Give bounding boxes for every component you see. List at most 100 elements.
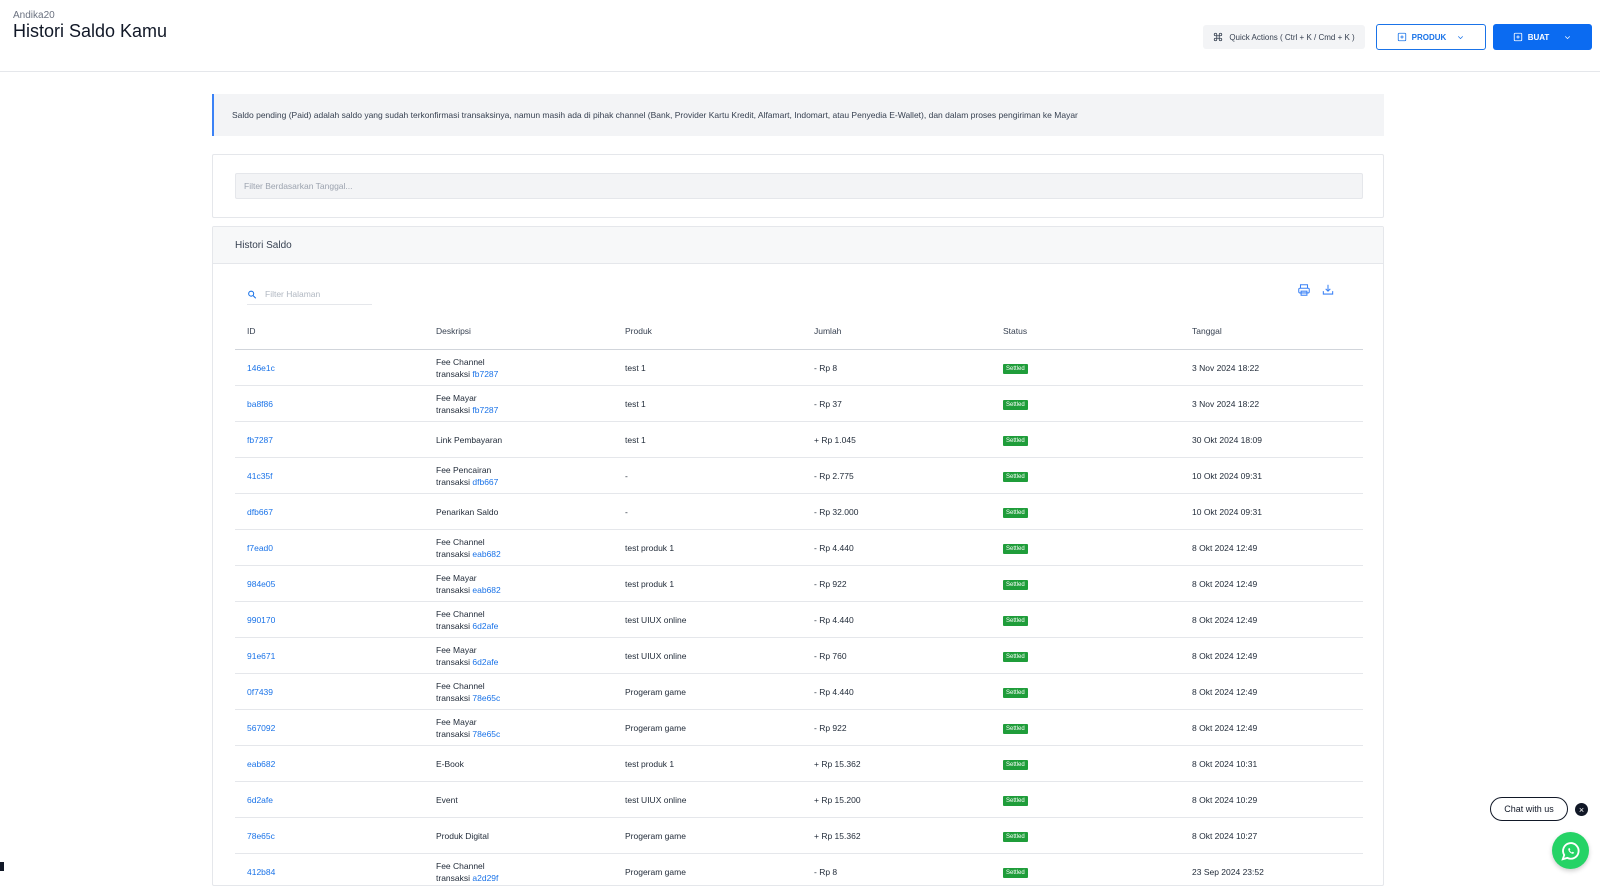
col-header-status: Status — [991, 313, 1180, 350]
description-sub: transaksi 78e65c — [436, 728, 612, 740]
user-name: Andika20 — [13, 10, 55, 21]
related-transaction-link[interactable]: eab682 — [472, 549, 500, 559]
cell-product: test produk 1 — [613, 530, 802, 566]
cell-id: 146e1c — [235, 350, 424, 386]
transaction-id-link[interactable]: fb7287 — [247, 435, 273, 445]
table-row: 41c35fFee Pencairantransaksi dfb667-- Rp… — [235, 458, 1363, 494]
related-transaction-link[interactable]: a2d29f — [472, 873, 498, 883]
history-card-title: Histori Saldo — [213, 227, 1383, 264]
transaction-id-link[interactable]: 567092 — [247, 723, 275, 733]
cell-amount: - Rp 922 — [802, 566, 991, 602]
cell-date: 8 Okt 2024 10:27 — [1180, 818, 1363, 854]
transaction-id-link[interactable]: 91e671 — [247, 651, 275, 661]
transaction-id-link[interactable]: 412b84 — [247, 867, 275, 877]
close-icon[interactable]: × — [1575, 803, 1588, 816]
download-icon[interactable] — [1321, 283, 1335, 297]
quick-actions-button[interactable]: Quick Actions ( Ctrl + K / Cmd + K ) — [1203, 25, 1365, 49]
cell-description: Fee Channeltransaksi 6d2afe — [424, 602, 613, 638]
produk-label: PRODUK — [1412, 33, 1447, 42]
description-text: Penarikan Saldo — [436, 506, 612, 518]
cell-product: - — [613, 494, 802, 530]
cell-product: test UIUX online — [613, 602, 802, 638]
related-transaction-link[interactable]: 6d2afe — [472, 657, 498, 667]
history-table-body: 146e1cFee Channeltransaksi fb7287test 1-… — [235, 350, 1363, 886]
whatsapp-button[interactable] — [1552, 832, 1589, 869]
cell-description: E-Book — [424, 746, 613, 782]
status-badge: Settled — [1003, 472, 1028, 482]
description-sub: transaksi a2d29f — [436, 872, 612, 884]
cell-date: 3 Nov 2024 18:22 — [1180, 350, 1363, 386]
transaction-id-link[interactable]: 78e65c — [247, 831, 275, 841]
cell-id: 984e05 — [235, 566, 424, 602]
transaction-prefix: transaksi — [436, 585, 470, 595]
cell-description: Fee Mayartransaksi 78e65c — [424, 710, 613, 746]
status-badge: Settled — [1003, 616, 1028, 626]
cell-date: 23 Sep 2024 23:52 — [1180, 854, 1363, 886]
cell-amount: - Rp 922 — [802, 710, 991, 746]
related-transaction-link[interactable]: 78e65c — [472, 729, 500, 739]
transaction-id-link[interactable]: 990170 — [247, 615, 275, 625]
description-sub: transaksi 6d2afe — [436, 656, 612, 668]
produk-button[interactable]: PRODUK — [1376, 24, 1486, 50]
transaction-id-link[interactable]: 146e1c — [247, 363, 275, 373]
table-header-row: ID Deskripsi Produk Jumlah Status Tangga… — [235, 313, 1363, 350]
cell-date: 8 Okt 2024 12:49 — [1180, 638, 1363, 674]
buat-button[interactable]: BUAT — [1493, 24, 1592, 50]
chevron-down-icon — [1563, 33, 1572, 42]
description-text: Fee Mayar — [436, 572, 612, 584]
col-header-desc: Deskripsi — [424, 313, 613, 350]
col-header-amount: Jumlah — [802, 313, 991, 350]
description-sub: transaksi dfb667 — [436, 476, 612, 488]
cell-description: Penarikan Saldo — [424, 494, 613, 530]
table-row: 78e65cProduk DigitalProgeram game+ Rp 15… — [235, 818, 1363, 854]
description-text: Fee Channel — [436, 608, 612, 620]
transaction-id-link[interactable]: 41c35f — [247, 471, 273, 481]
cell-product: Progeram game — [613, 674, 802, 710]
transaction-id-link[interactable]: 984e05 — [247, 579, 275, 589]
cell-amount: - Rp 2.775 — [802, 458, 991, 494]
transaction-id-link[interactable]: eab682 — [247, 759, 275, 769]
transaction-prefix: transaksi — [436, 621, 470, 631]
description-text: Fee Channel — [436, 536, 612, 548]
page-filter-input[interactable] — [263, 288, 372, 300]
related-transaction-link[interactable]: 78e65c — [472, 693, 500, 703]
status-badge: Settled — [1003, 580, 1028, 590]
transaction-id-link[interactable]: 0f7439 — [247, 687, 273, 697]
description-text: E-Book — [436, 758, 612, 770]
transaction-id-link[interactable]: f7ead0 — [247, 543, 273, 553]
related-transaction-link[interactable]: fb7287 — [472, 405, 498, 415]
cell-status: Settled — [991, 494, 1180, 530]
history-table: ID Deskripsi Produk Jumlah Status Tangga… — [235, 313, 1363, 886]
chat-with-us-button[interactable]: Chat with us — [1490, 797, 1568, 821]
cell-description: Produk Digital — [424, 818, 613, 854]
date-filter-card — [212, 154, 1384, 218]
related-transaction-link[interactable]: dfb667 — [472, 477, 498, 487]
status-badge: Settled — [1003, 544, 1028, 554]
cell-status: Settled — [991, 350, 1180, 386]
table-row: 412b84Fee Channeltransaksi a2d29fProgera… — [235, 854, 1363, 886]
status-badge: Settled — [1003, 796, 1028, 806]
cell-status: Settled — [991, 746, 1180, 782]
transaction-prefix: transaksi — [436, 729, 470, 739]
transaction-prefix: transaksi — [436, 873, 470, 883]
description-sub: transaksi fb7287 — [436, 368, 612, 380]
transaction-id-link[interactable]: dfb667 — [247, 507, 273, 517]
date-filter-input[interactable] — [235, 173, 1363, 199]
pending-balance-info: Saldo pending (Paid) adalah saldo yang s… — [212, 94, 1384, 136]
page-title: Histori Saldo Kamu — [13, 21, 167, 42]
cell-status: Settled — [991, 638, 1180, 674]
related-transaction-link[interactable]: 6d2afe — [472, 621, 498, 631]
related-transaction-link[interactable]: fb7287 — [472, 369, 498, 379]
transaction-id-link[interactable]: 6d2afe — [247, 795, 273, 805]
description-text: Produk Digital — [436, 830, 612, 842]
related-transaction-link[interactable]: eab682 — [472, 585, 500, 595]
transaction-id-link[interactable]: ba8f86 — [247, 399, 273, 409]
cell-id: fb7287 — [235, 422, 424, 458]
cell-status: Settled — [991, 818, 1180, 854]
cell-id: ba8f86 — [235, 386, 424, 422]
cell-date: 8 Okt 2024 10:31 — [1180, 746, 1363, 782]
cell-status: Settled — [991, 530, 1180, 566]
printer-icon[interactable] — [1297, 283, 1311, 297]
quick-actions-label: Quick Actions ( Ctrl + K / Cmd + K ) — [1229, 33, 1354, 42]
cell-id: dfb667 — [235, 494, 424, 530]
